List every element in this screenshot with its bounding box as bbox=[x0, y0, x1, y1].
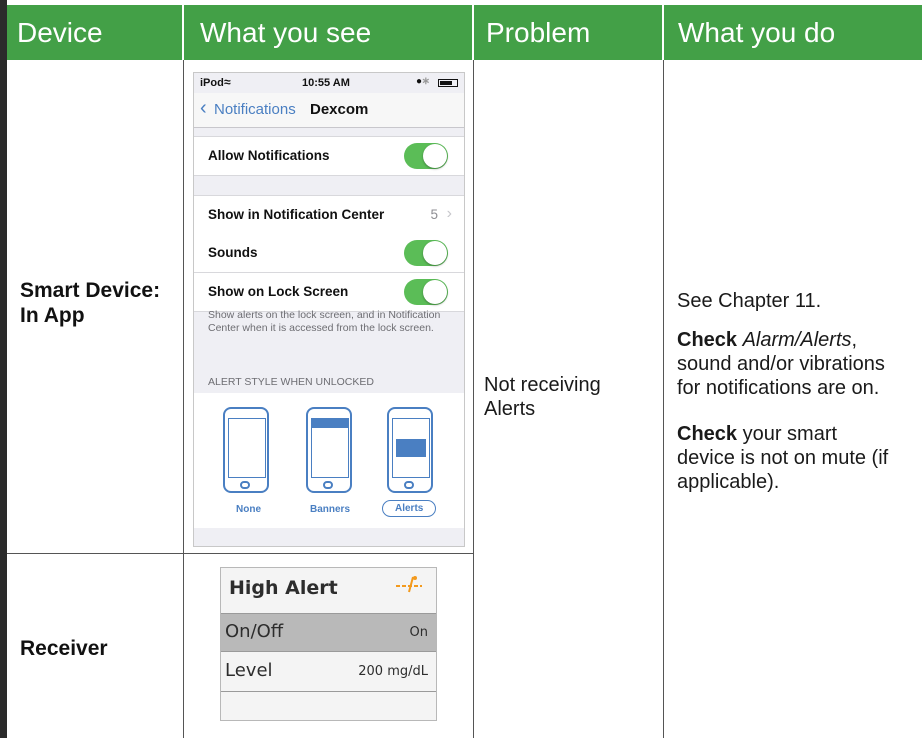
bluetooth-icon: ∗ bbox=[421, 76, 430, 87]
row-allow-notifications: Allow Notifications bbox=[194, 136, 464, 176]
troubleshooting-table: Device What you see Problem What you do … bbox=[0, 0, 922, 738]
row-value: 5 bbox=[430, 207, 438, 222]
high-alert-icon bbox=[396, 576, 422, 593]
receiver-title: High Alert bbox=[229, 577, 338, 599]
back-button[interactable]: Notifications bbox=[214, 101, 296, 118]
row-label: Allow Notifications bbox=[208, 148, 330, 163]
battery-icon bbox=[438, 79, 458, 87]
column-divider bbox=[183, 60, 184, 738]
style-banners-phone-icon[interactable] bbox=[306, 407, 352, 493]
style-label-alerts[interactable]: Alerts bbox=[382, 500, 437, 517]
status-time: 10:55 AM bbox=[302, 77, 350, 89]
status-bar: iPod ≈ 10:55 AM ● ∗ bbox=[194, 73, 464, 93]
device-smart-device: Smart Device: In App bbox=[20, 279, 161, 327]
allow-toggle[interactable] bbox=[404, 143, 448, 169]
device-receiver: Receiver bbox=[20, 637, 108, 660]
receiver-row-onoff[interactable]: On/Off On bbox=[221, 614, 436, 651]
receiver-level-value: 200 mg/dL bbox=[358, 664, 428, 679]
style-alerts-phone-icon[interactable] bbox=[387, 407, 433, 493]
style-none-phone-icon[interactable] bbox=[223, 407, 269, 493]
lock-screen-description: Show alerts on the lock screen, and in N… bbox=[208, 309, 441, 334]
receiver-onoff-value: On bbox=[409, 625, 428, 640]
divider bbox=[221, 651, 436, 652]
divider bbox=[221, 691, 436, 692]
column-divider bbox=[473, 60, 474, 738]
alert-style-heading: ALERT STYLE WHEN UNLOCKED bbox=[208, 376, 374, 388]
header-what-you-see: What you see bbox=[184, 5, 472, 60]
nav-title: Dexcom bbox=[310, 101, 369, 118]
alert-style-picker: None Banners Alerts bbox=[194, 393, 464, 528]
row-sounds: Sounds bbox=[194, 234, 464, 273]
action-see-chapter: See Chapter 11. bbox=[677, 290, 822, 312]
nav-bar: ‹ Notifications Dexcom bbox=[194, 93, 464, 128]
chevron-right-icon: › bbox=[446, 205, 452, 222]
row-label: Show on Lock Screen bbox=[208, 284, 349, 299]
action-italic-alarms: Alarm/Alerts bbox=[742, 329, 852, 351]
row-show-center[interactable]: Show in Notification Center 5 › bbox=[194, 195, 464, 235]
phone-screenshot: iPod ≈ 10:55 AM ● ∗ ‹ Notifications Dexc… bbox=[193, 72, 465, 547]
receiver-level-label: Level bbox=[225, 660, 273, 681]
row-divider bbox=[7, 553, 473, 554]
column-divider bbox=[663, 60, 664, 738]
row-lock-screen: Show on Lock Screen bbox=[194, 273, 464, 312]
action-check-alarms: Check Alarm/Alerts, sound and/or vibrati… bbox=[677, 328, 885, 400]
lock-screen-toggle[interactable] bbox=[404, 279, 448, 305]
row-label: Sounds bbox=[208, 245, 258, 260]
header-what-you-do: What you do bbox=[664, 5, 922, 60]
device-name: iPod bbox=[200, 77, 224, 89]
action-bold-check: Check bbox=[677, 329, 738, 351]
left-border bbox=[0, 0, 7, 738]
header-problem: Problem bbox=[474, 5, 662, 60]
back-chevron-icon[interactable]: ‹ bbox=[200, 98, 207, 118]
problem-text: Not receiving Alerts bbox=[484, 374, 601, 420]
sounds-toggle[interactable] bbox=[404, 240, 448, 266]
receiver-onoff-label: On/Off bbox=[225, 621, 284, 642]
action-bold-check-2: Check bbox=[677, 423, 738, 445]
style-label-none: None bbox=[236, 504, 261, 515]
header-device: Device bbox=[7, 5, 182, 60]
receiver-screenshot: High Alert On/Off On Level 200 mg/dL bbox=[220, 567, 437, 721]
action-check-mute: Check your smart device is not on mute (… bbox=[677, 422, 888, 494]
style-label-banners: Banners bbox=[310, 504, 351, 515]
wifi-icon: ≈ bbox=[224, 75, 231, 89]
row-label: Show in Notification Center bbox=[208, 207, 385, 222]
